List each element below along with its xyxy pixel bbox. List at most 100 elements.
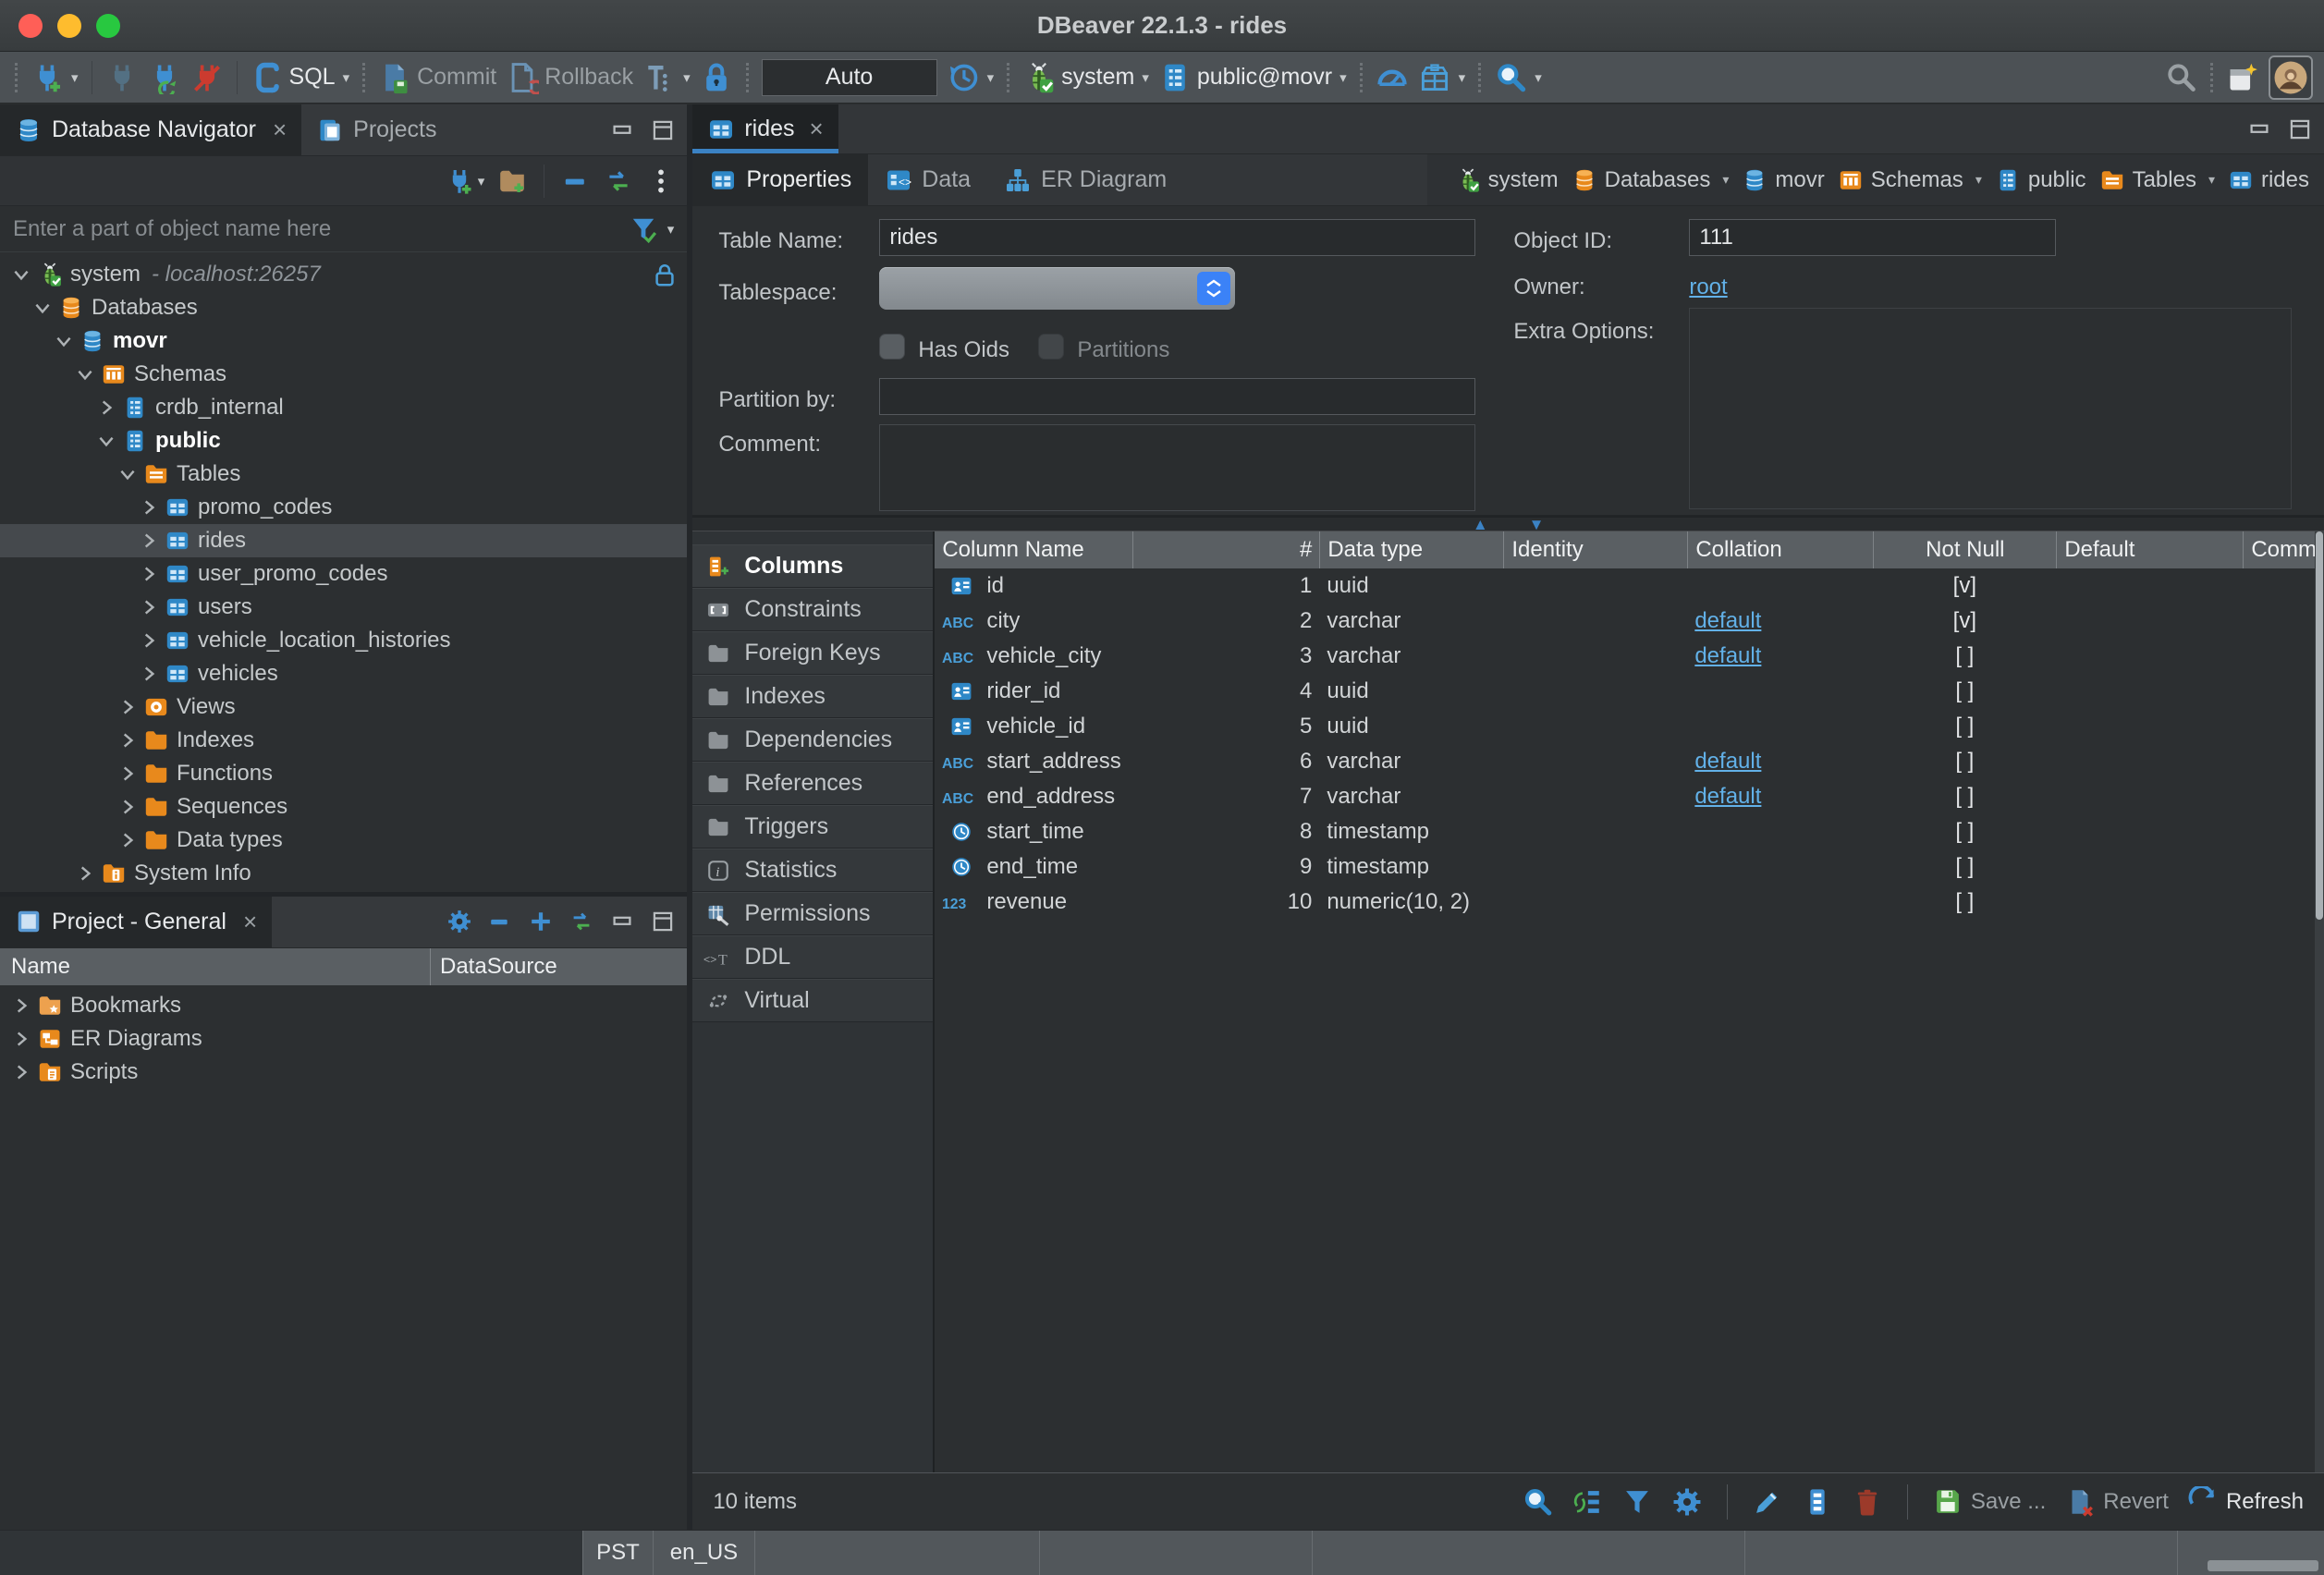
tree-item[interactable]: promo_codes <box>0 491 687 524</box>
tree-item[interactable]: vehicles <box>0 657 687 690</box>
editor-subtab[interactable]: Properties <box>692 154 868 205</box>
column-row[interactable]: ABC end_address 7 varchar default [ ] <box>935 779 2324 814</box>
tree-item[interactable]: movr <box>0 324 687 358</box>
column-row[interactable]: 123 revenue 10 numeric(10, 2) [ ] <box>935 885 2324 920</box>
chevron-right-icon[interactable] <box>73 863 97 884</box>
commit-button[interactable]: Commit <box>378 61 496 94</box>
toolbar-drag-handle[interactable] <box>746 63 749 92</box>
maximize-panel-button[interactable] <box>650 117 676 143</box>
tree-item[interactable]: system - localhost:26257 <box>0 258 687 291</box>
quick-search-button[interactable] <box>2164 61 2197 94</box>
owner-link[interactable]: root <box>1689 275 1727 300</box>
close-icon[interactable]: × <box>243 908 257 936</box>
chevron-right-icon[interactable] <box>9 1029 33 1049</box>
collapse-up-icon[interactable]: ▲ <box>1473 517 1488 532</box>
column-row[interactable]: vehicle_id 5 uuid [ ] <box>935 709 2324 744</box>
tree-item[interactable]: Tables <box>0 458 687 491</box>
save-button[interactable]: Save ... <box>1932 1486 2046 1518</box>
has-oids-checkbox[interactable] <box>879 334 905 360</box>
collapse-down-icon[interactable]: ▼ <box>1529 517 1545 532</box>
project-settings-button[interactable] <box>446 909 472 934</box>
collation-link[interactable]: default <box>1694 784 1761 809</box>
toolbar-drag-handle[interactable] <box>2210 63 2213 92</box>
close-icon[interactable]: × <box>273 116 287 144</box>
object-editor-tab[interactable]: <>T DDL <box>692 935 933 979</box>
chevron-down-icon[interactable] <box>116 464 140 484</box>
tree-item[interactable]: user_promo_codes <box>0 557 687 591</box>
object-editor-tab[interactable]: Indexes <box>692 675 933 718</box>
filter-settings-button[interactable] <box>629 214 658 244</box>
link-with-editor-button[interactable] <box>569 909 594 934</box>
object-id-input[interactable] <box>1689 219 2056 256</box>
column-row[interactable]: id 1 uuid [v] <box>935 568 2324 604</box>
dropdown-caret-icon[interactable]: ▾ <box>667 221 675 238</box>
user-avatar[interactable] <box>2269 55 2313 100</box>
chevron-right-icon[interactable] <box>94 397 118 418</box>
tree-item[interactable]: System Info <box>0 857 687 890</box>
edit-column-button[interactable] <box>1752 1486 1783 1518</box>
tree-item[interactable]: Sequences <box>0 790 687 824</box>
object-editor-tab[interactable]: Permissions <box>692 892 933 935</box>
timezone-indicator[interactable]: PST <box>583 1531 654 1575</box>
tree-item[interactable]: users <box>0 591 687 624</box>
object-editor-tab[interactable]: Constraints <box>692 588 933 631</box>
object-editor-tab[interactable]: Virtual <box>692 979 933 1022</box>
breadcrumb-item[interactable]: Schemas ▾ <box>1838 167 1982 193</box>
column-row[interactable]: ABC start_address 6 varchar default [ ] <box>935 744 2324 779</box>
close-icon[interactable]: × <box>810 115 824 143</box>
column-row[interactable]: ABC city 2 varchar default [v] <box>935 604 2324 639</box>
header-collation[interactable]: Collation <box>1687 531 1873 568</box>
table-scrollbar[interactable] <box>2315 531 2324 1472</box>
header-data-type[interactable]: Data type <box>1319 531 1503 568</box>
revert-button[interactable]: Revert <box>2064 1486 2169 1518</box>
chevron-down-icon[interactable] <box>9 264 33 285</box>
object-editor-tab[interactable]: Columns <box>692 544 933 588</box>
tab-project-general[interactable]: Project - General × <box>0 897 272 947</box>
breadcrumb-item[interactable]: public ▾ <box>1995 167 2086 193</box>
editor-tab-rides[interactable]: rides × <box>692 104 838 153</box>
tree-item[interactable]: Roles <box>0 890 687 892</box>
minimize-panel-button[interactable] <box>609 117 635 143</box>
partition-by-input[interactable] <box>879 378 1475 415</box>
form-table-splitter[interactable]: ▲ ▼ <box>692 517 2324 531</box>
object-editor-tab[interactable]: References <box>692 762 933 805</box>
filter-button[interactable] <box>1621 1486 1653 1518</box>
tablespace-select[interactable] <box>879 267 1235 310</box>
chevron-right-icon[interactable] <box>116 830 140 850</box>
minimize-panel-button[interactable] <box>609 909 635 934</box>
toolbar-drag-handle[interactable] <box>362 63 365 92</box>
header-column-name[interactable]: Column Name <box>935 531 1132 568</box>
dropdown-caret-icon[interactable]: ▾ <box>1975 172 1982 188</box>
editor-subtab[interactable]: ER Diagram <box>987 154 1183 205</box>
sql-editor-button[interactable]: SQL ▾ <box>251 61 350 94</box>
chevron-down-icon[interactable] <box>94 431 118 451</box>
toolbar-drag-handle[interactable] <box>1360 63 1363 92</box>
toolbar-drag-handle[interactable] <box>15 63 18 92</box>
tree-item[interactable]: vehicle_location_histories <box>0 624 687 657</box>
chevron-right-icon[interactable] <box>137 497 161 518</box>
new-folder-button[interactable] <box>497 166 527 196</box>
project-tree-item[interactable]: Bookmarks <box>0 989 687 1022</box>
dropdown-caret-icon[interactable]: ▾ <box>1722 172 1729 188</box>
project-tree-item[interactable]: ER Diagrams <box>0 1022 687 1056</box>
resize-grip[interactable] <box>2208 1560 2318 1571</box>
view-menu-button[interactable] <box>646 166 676 196</box>
collapse-all-button[interactable] <box>561 166 591 196</box>
new-connection-toolbar-button[interactable]: ▾ <box>445 166 485 196</box>
chevron-right-icon[interactable] <box>116 697 140 717</box>
chevron-right-icon[interactable] <box>137 630 161 651</box>
column-row[interactable]: ABC vehicle_city 3 varchar default [ ] <box>935 639 2324 674</box>
disconnect-button[interactable] <box>190 61 224 94</box>
header-ordinal[interactable]: # <box>1132 531 1319 568</box>
link-with-editor-button[interactable] <box>604 166 633 196</box>
breadcrumb-item[interactable]: rides ▾ <box>2228 167 2309 193</box>
breadcrumb-item[interactable]: movr ▾ <box>1742 167 1824 193</box>
minimize-editor-button[interactable] <box>2246 116 2272 142</box>
column-row[interactable]: end_time 9 timestamp [ ] <box>935 849 2324 885</box>
minimize-window-button[interactable] <box>57 14 81 38</box>
project-tree-item[interactable]: Scripts <box>0 1056 687 1089</box>
header-identity[interactable]: Identity <box>1503 531 1687 568</box>
add-column-button[interactable] <box>1802 1486 1833 1518</box>
refresh-list-button[interactable] <box>1572 1486 1603 1518</box>
tree-item[interactable]: Indexes <box>0 724 687 757</box>
